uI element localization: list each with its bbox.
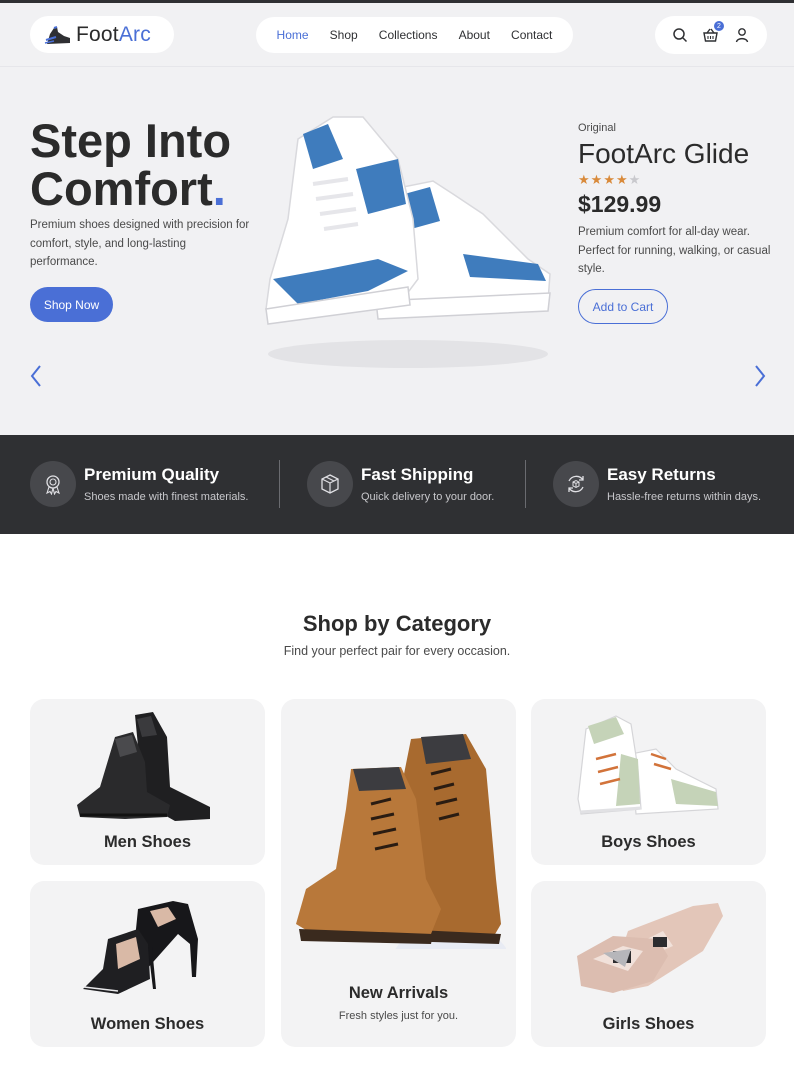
women-shoes-image xyxy=(83,901,198,994)
cart-icon[interactable]: 2 xyxy=(701,21,724,45)
hero-section: Step Into Comfort. Premium shoes designe… xyxy=(0,67,794,435)
feature-title: Easy Returns xyxy=(607,465,716,484)
shoe-logo-icon xyxy=(44,25,70,44)
header-actions: 2 xyxy=(655,16,767,54)
category-card-girls[interactable]: Girls Shoes xyxy=(531,881,766,1047)
category-label: Men Shoes xyxy=(103,833,192,851)
men-shoes-image xyxy=(77,712,210,821)
category-sublabel: Fresh styles just for you. xyxy=(338,1010,459,1022)
feature-subtitle: Quick delivery to your door. xyxy=(361,491,495,503)
feature-title: Fast Shipping xyxy=(361,465,474,484)
nav-contact[interactable]: Contact xyxy=(511,28,552,42)
category-label: Girls Shoes xyxy=(602,1015,695,1033)
cart-count-badge: 2 xyxy=(713,21,724,31)
features-bar: Premium Quality Shoes made with finest m… xyxy=(0,435,794,534)
nav-about[interactable]: About xyxy=(459,28,490,42)
nav-shop[interactable]: Shop xyxy=(330,28,358,42)
girls-shoes-image xyxy=(577,903,723,993)
returns-icon xyxy=(553,461,599,507)
feature-premium-quality: Premium Quality Shoes made with finest m… xyxy=(30,461,248,507)
divider xyxy=(525,460,526,508)
rating-stars: ★ ★ ★ ★ ★ xyxy=(578,173,640,186)
feature-title: Premium Quality xyxy=(84,465,220,484)
feature-easy-returns: Easy Returns Hassle-free returns within … xyxy=(553,461,761,507)
main-nav: Home Shop Collections About Contact xyxy=(256,17,573,53)
new-arrivals-boots-image xyxy=(296,734,506,949)
category-title: Shop by Category xyxy=(302,611,492,636)
logo-text: FootArc xyxy=(76,22,151,46)
category-label: New Arrivals xyxy=(348,984,449,1002)
star-filled-icon: ★ xyxy=(578,172,590,187)
star-filled-icon: ★ xyxy=(590,172,603,187)
star-filled-icon: ★ xyxy=(603,172,615,187)
hero-description: Premium shoes designed with precision fo… xyxy=(30,219,250,268)
hero-title: Step Into Comfort. xyxy=(30,114,232,215)
logo[interactable]: FootArc xyxy=(30,16,174,53)
divider xyxy=(279,460,280,508)
category-label: Women Shoes xyxy=(90,1015,205,1033)
feature-subtitle: Hassle-free returns within days. xyxy=(607,491,762,503)
nav-home[interactable]: Home xyxy=(277,28,309,42)
search-icon[interactable] xyxy=(670,25,690,45)
product-price: $129.99 xyxy=(578,191,662,217)
site-header: FootArc Home Shop Collections About Cont… xyxy=(0,3,794,67)
star-empty-icon: ★ xyxy=(628,172,641,187)
category-card-women[interactable]: Women Shoes xyxy=(30,881,265,1047)
product-name: FootArc Glide xyxy=(578,138,750,169)
nav-collections[interactable]: Collections xyxy=(379,28,438,42)
feature-fast-shipping: Fast Shipping Quick delivery to your doo… xyxy=(307,461,494,507)
badge-icon xyxy=(30,461,76,507)
chevron-left-icon[interactable] xyxy=(28,363,44,389)
box-icon xyxy=(307,461,353,507)
product-tag: Original xyxy=(578,122,616,134)
add-to-cart-button[interactable]: Add to Cart xyxy=(578,289,668,324)
feature-subtitle: Shoes made with finest materials. xyxy=(84,491,249,503)
shop-now-button[interactable]: Shop Now xyxy=(30,287,113,322)
category-card-boys[interactable]: Boys Shoes xyxy=(531,699,766,865)
star-filled-icon: ★ xyxy=(615,172,628,187)
hero-sneakers-image xyxy=(265,116,551,368)
user-icon[interactable] xyxy=(732,25,752,45)
product-description: Premium comfort for all-day wear. Perfec… xyxy=(578,226,771,275)
category-label: Boys Shoes xyxy=(601,833,696,851)
chevron-right-icon[interactable] xyxy=(752,363,768,389)
category-subtitle: Find your perfect pair for every occasio… xyxy=(283,644,511,658)
boys-shoes-image xyxy=(577,715,719,815)
category-card-men[interactable]: Men Shoes xyxy=(30,699,265,865)
category-card-new-arrivals[interactable]: New Arrivals Fresh styles just for you. xyxy=(281,699,516,1047)
